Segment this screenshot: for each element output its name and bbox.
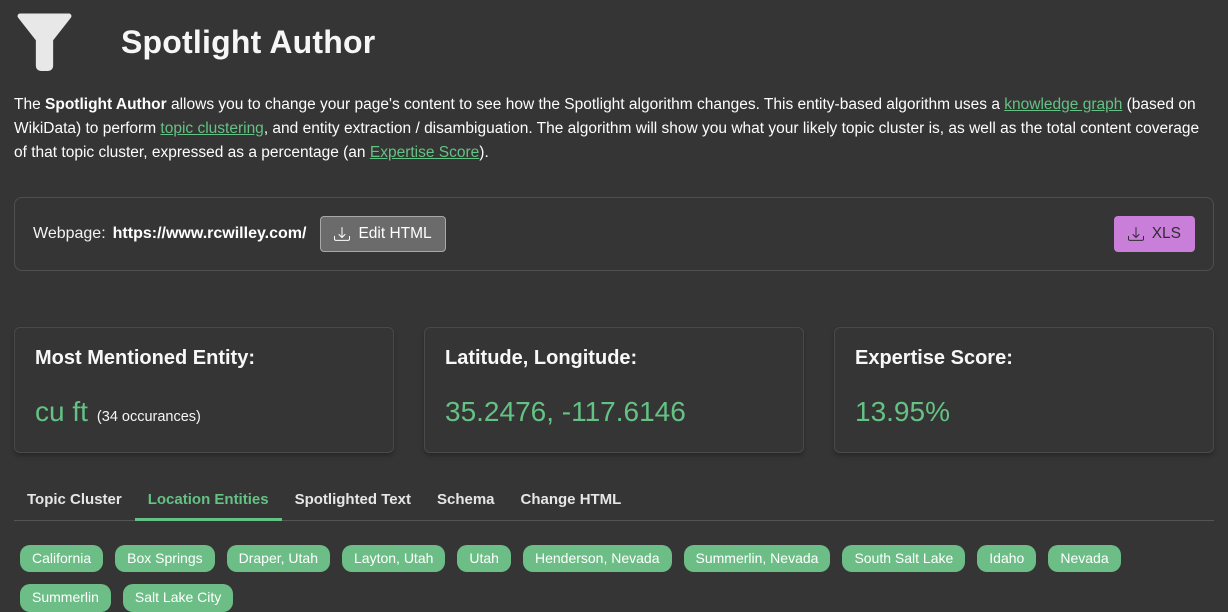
tab-change-html[interactable]: Change HTML [508,481,635,521]
edit-html-button[interactable]: Edit HTML [320,216,446,252]
expertise-score-value: 13.95% [855,395,950,427]
xls-button-label: XLS [1151,225,1181,243]
location-entity-badge-henderson-nevada: Henderson, Nevada [522,544,672,573]
location-entity-badge-layton-utah: Layton, Utah [342,544,446,573]
latitude-longitude-card: Latitude, Longitude: 35.2476, -117.6146 [424,326,804,453]
download-icon [1127,226,1144,242]
location-entity-badge-california: California [20,544,104,573]
most-mentioned-entity-value: cu ft [35,395,88,427]
location-entity-badge-utah: Utah [457,544,511,573]
funnel-icon [16,13,73,72]
occurrence-count: (34 occurances) [96,408,201,425]
xls-download-button[interactable]: XLS [1113,216,1195,252]
webpage-url: https://www.rcwilley.com/ [112,224,307,242]
download-icon [334,226,351,242]
expertise-score-card: Expertise Score: 13.95% [834,326,1214,453]
tab-schema[interactable]: Schema [424,481,508,521]
card-title: Most Mentioned Entity: [35,346,255,369]
description-segment: allows you to change your page's content… [166,96,1005,113]
location-entity-badge-idaho: Idaho [977,544,1037,573]
card-title: Expertise Score: [855,346,1013,369]
most-mentioned-entity-card: Most Mentioned Entity: cu ft (34 occuran… [14,326,394,453]
description-link-topic-clustering[interactable]: topic clustering [160,120,263,137]
location-entity-badge-salt-lake-city: Salt Lake City [122,584,234,612]
description-segment: ). [479,144,489,162]
location-entity-badge-south-salt-lake: South Salt Lake [842,544,966,573]
description-link-knowledge-graph[interactable]: knowledge graph [1004,96,1122,113]
tab-topic-cluster[interactable]: Topic Cluster [14,481,135,521]
latitude-longitude-value: 35.2476, -117.6146 [445,395,686,427]
card-title: Latitude, Longitude: [445,346,638,369]
webpage-label: Webpage: [33,224,106,242]
description-text: The Spotlight Author allows you to chang… [14,93,1214,165]
stats-cards: Most Mentioned Entity: cu ft (34 occuran… [14,326,1214,453]
location-entity-badge-draper-utah: Draper, Utah [226,544,330,573]
page-header: Spotlight Author [0,0,1228,72]
description-bold-text: Spotlight Author [45,96,167,113]
description-segment: The [14,96,46,113]
description-link-expertise-score[interactable]: Expertise Score [370,144,479,161]
tab-spotlighted-text[interactable]: Spotlighted Text [282,481,424,521]
edit-html-button-label: Edit HTML [358,225,432,243]
location-entities-list: California Box Springs Draper, Utah Layton,… [0,521,1228,612]
location-entity-badge-box-springs: Box Springs [115,544,215,573]
spotlight-author-page: Spotlight Author The Spotlight Author al… [0,0,1228,612]
location-entity-badge-summerlin-nevada: Summerlin, Nevada [683,544,831,573]
page-title: Spotlight Author [121,23,376,60]
location-entity-badge-nevada: Nevada [1048,544,1121,573]
tab-bar: Topic Cluster Location Entities Spotlighte… [14,481,1214,521]
webpage-bar: Webpage: https://www.rcwilley.com/ Edit … [14,197,1214,271]
tab-location-entities[interactable]: Location Entities [134,481,282,521]
location-entity-badge-summerlin: Summerlin [20,584,111,612]
